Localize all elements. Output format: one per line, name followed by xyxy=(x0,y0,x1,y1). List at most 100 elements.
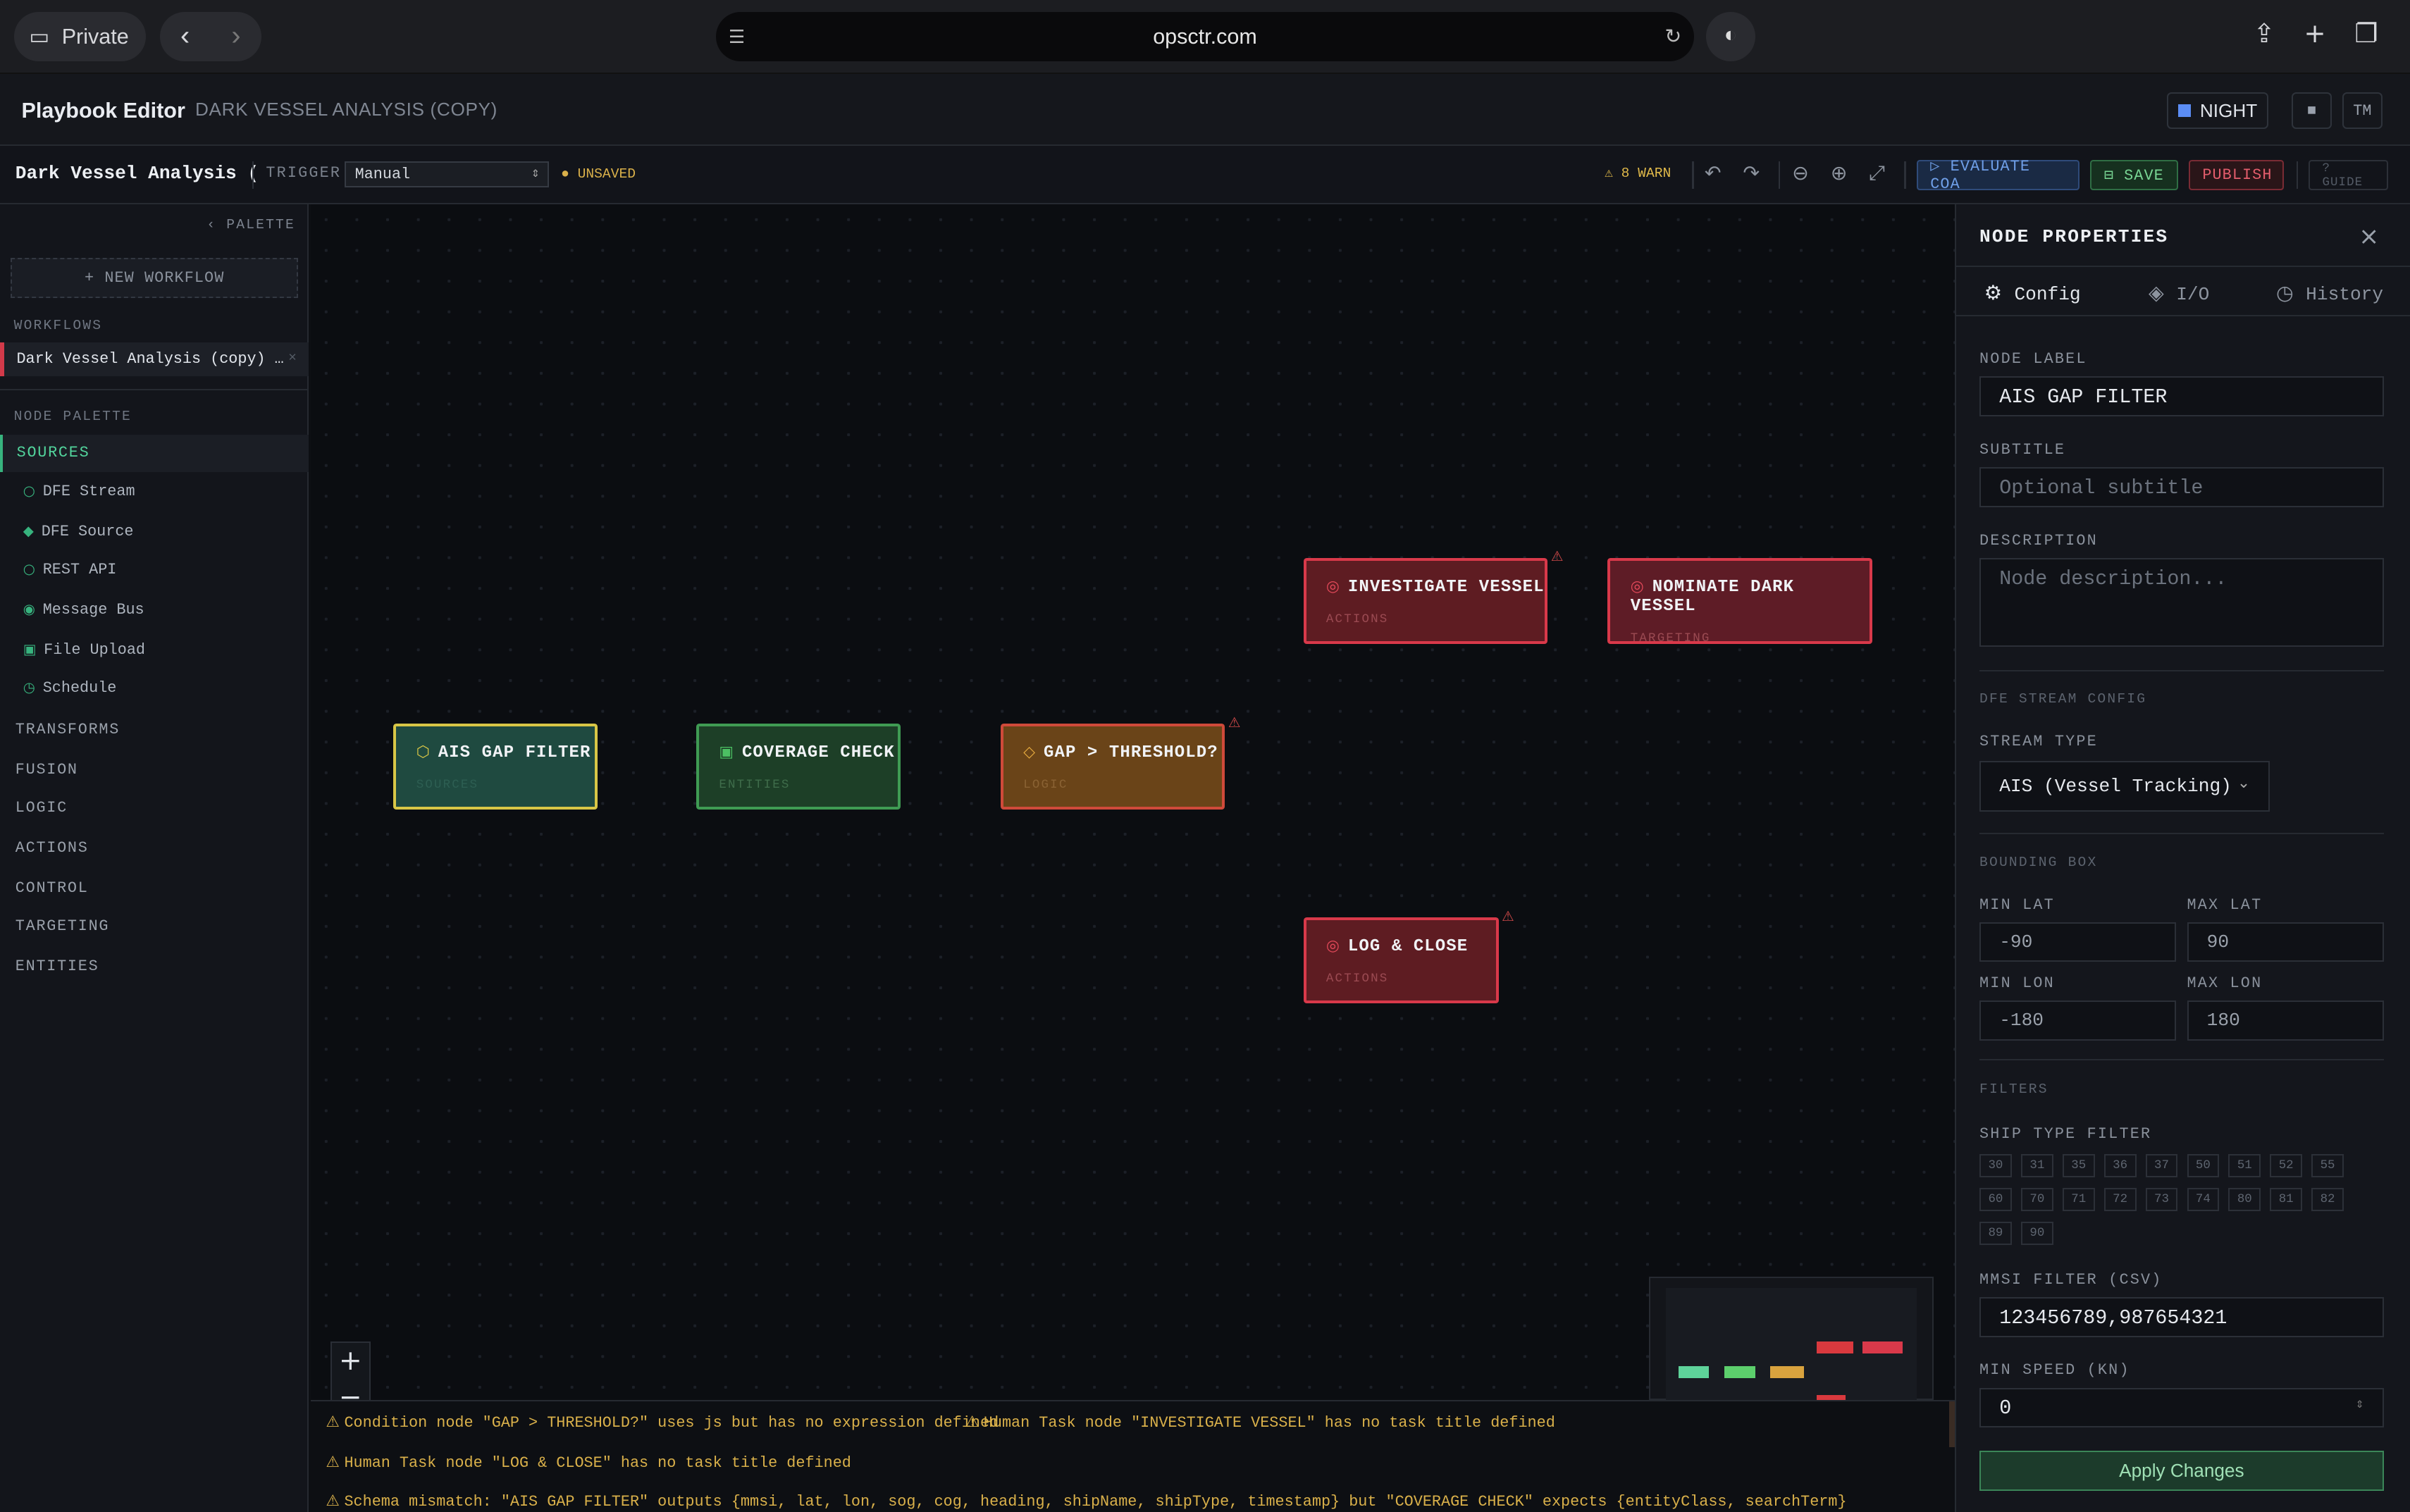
ship-type-chip[interactable]: 51 xyxy=(2228,1153,2261,1177)
tab-overview-icon[interactable]: ❐ xyxy=(2354,18,2378,49)
address-bar[interactable]: ☰ opsctr.com ↻ xyxy=(716,12,1694,62)
category-control[interactable]: CONTROL xyxy=(16,879,89,897)
fit-view-icon[interactable]: ⤢ xyxy=(1869,161,1885,185)
palette-item-dfe-stream[interactable]: ○ DFE Stream xyxy=(23,483,135,500)
ship-type-chip[interactable]: 52 xyxy=(2270,1153,2303,1177)
warning-item[interactable]: ⚠ Human Task node "INVESTIGATE VESSEL" ha… xyxy=(965,1413,1555,1432)
app-title: Playbook Editor xyxy=(21,98,185,123)
chevron-down-icon: ⌄ xyxy=(2237,774,2251,793)
close-icon[interactable]: × xyxy=(288,350,297,366)
night-mode-button[interactable]: NIGHT xyxy=(2167,92,2269,130)
user-avatar-button[interactable]: TM xyxy=(2342,92,2383,130)
ship-type-chip[interactable]: 72 xyxy=(2103,1187,2137,1211)
workflow-name[interactable]: Dark Vessel Analysis ( xyxy=(16,163,259,184)
tab-history[interactable]: ◷ History xyxy=(2276,281,2383,305)
night-label: NIGHT xyxy=(2199,99,2258,121)
node-label-input[interactable]: AIS GAP FILTER xyxy=(1979,376,2384,417)
warning-text: Schema mismatch: "AIS GAP FILTER" output… xyxy=(344,1492,1847,1511)
min-lat-input[interactable]: -90 xyxy=(1979,922,2177,962)
publish-button[interactable]: PUBLISH xyxy=(2188,159,2285,191)
warnings-scrollbar[interactable] xyxy=(1948,1401,1955,1448)
category-fusion[interactable]: FUSION xyxy=(16,761,78,779)
warning-item[interactable]: ⚠ Schema mismatch: "AIS GAP FILTER" outpu… xyxy=(326,1492,1846,1511)
ship-type-chip[interactable]: 82 xyxy=(2311,1187,2344,1211)
subtitle-input[interactable]: Optional subtitle xyxy=(1979,467,2384,507)
ship-type-chip[interactable]: 80 xyxy=(2228,1187,2261,1211)
close-icon[interactable]: × xyxy=(2359,223,2379,251)
warnings-count-button[interactable]: ⚠ 8 WARN xyxy=(1605,164,1671,181)
max-lat-input[interactable]: 90 xyxy=(2187,922,2384,962)
undo-icon[interactable]: ↶ xyxy=(1705,161,1722,185)
privacy-shield-icon[interactable]: ◐ xyxy=(1706,12,1755,62)
mmsi-input[interactable]: 123456789,987654321 xyxy=(1979,1296,2384,1337)
ship-type-chip[interactable]: 81 xyxy=(2270,1187,2303,1211)
max-lon-input[interactable]: 180 xyxy=(2187,1000,2384,1041)
category-targeting[interactable]: TARGETING xyxy=(16,917,109,935)
ship-type-chip[interactable]: 50 xyxy=(2187,1153,2220,1177)
palette-item-dfe-source[interactable]: ◆ DFE Source xyxy=(23,523,134,540)
forward-icon[interactable]: › xyxy=(228,21,245,53)
minimap[interactable] xyxy=(1649,1277,1934,1408)
ship-type-chip[interactable]: 37 xyxy=(2145,1153,2178,1177)
evaluate-coa-button[interactable]: ▷ EVALUATE COA xyxy=(1916,158,2080,193)
ship-type-chip[interactable]: 36 xyxy=(2103,1153,2137,1177)
stepper-icon[interactable]: ⇕ xyxy=(2356,1395,2364,1412)
canvas-zoom-in-button[interactable]: + xyxy=(332,1343,369,1380)
palette-item-schedule[interactable]: ◷ Schedule xyxy=(23,679,117,697)
workflow-canvas[interactable]: ⬡ AIS GAP FILTER SOURCES ▣ COVERAGE CHECK … xyxy=(310,204,1955,1408)
save-button[interactable]: ⊟ SAVE xyxy=(2090,159,2178,191)
trigger-select[interactable]: Manual ⇕ xyxy=(344,161,549,188)
warning-item[interactable]: ⚠ Condition node "GAP > THRESHOLD?" uses … xyxy=(326,1413,999,1432)
ship-type-chip[interactable]: 70 xyxy=(2020,1187,2053,1211)
node-coverage-check[interactable]: ▣ COVERAGE CHECK ENTITIES xyxy=(696,724,901,810)
collapse-palette-button[interactable]: ‹ PALETTE xyxy=(206,217,295,233)
description-textarea[interactable]: Node description... xyxy=(1979,557,2384,647)
ship-type-chip[interactable]: 89 xyxy=(1979,1221,2012,1245)
category-sources[interactable]: SOURCES xyxy=(0,435,309,472)
redo-icon[interactable]: ↷ xyxy=(1743,161,1760,185)
node-log-close[interactable]: ◎ LOG & CLOSE ACTIONS ⚠ xyxy=(1303,908,1514,1004)
node-investigate-vessel[interactable]: ◎ INVESTIGATE VESSEL ACTIONS ⚠ xyxy=(1303,548,1564,644)
ship-type-chip[interactable]: 74 xyxy=(2187,1187,2220,1211)
reload-icon[interactable]: ↻ xyxy=(1664,25,1681,49)
node-palette-heading: NODE PALETTE xyxy=(13,409,132,425)
back-icon[interactable]: ‹ xyxy=(177,21,194,53)
canvas-zoom-out-button[interactable]: − xyxy=(332,1380,369,1401)
stream-type-select[interactable]: AIS (Vessel Tracking) ⌄ xyxy=(1979,760,2270,812)
new-workflow-button[interactable]: + NEW WORKFLOW xyxy=(11,258,299,299)
node-gap-threshold[interactable]: ◇ GAP > THRESHOLD? LOGIC ⚠ xyxy=(1000,714,1241,810)
share-icon[interactable]: ⇪ xyxy=(2253,18,2275,49)
min-lon-input[interactable]: -180 xyxy=(1979,1000,2177,1041)
category-transforms[interactable]: TRANSFORMS xyxy=(16,721,120,738)
min-speed-input[interactable]: 0 ⇕ xyxy=(1979,1387,2384,1428)
zoom-out-icon[interactable]: ⊖ xyxy=(1792,161,1809,185)
node-nominate-dark-vessel[interactable]: ◎ NOMINATE DARK VESSEL TARGETING xyxy=(1607,557,1872,645)
warning-icon: ⚠ xyxy=(326,1492,340,1510)
ship-type-chip[interactable]: 31 xyxy=(2020,1153,2053,1177)
ship-type-chip[interactable]: 90 xyxy=(2020,1221,2053,1245)
private-tab-button[interactable]: ▭ Private xyxy=(13,12,147,62)
ship-type-chip[interactable]: 60 xyxy=(1979,1187,2012,1211)
palette-item-rest-api[interactable]: ○ REST API xyxy=(23,561,117,578)
ship-type-chip[interactable]: 71 xyxy=(2062,1187,2095,1211)
ship-type-chip[interactable]: 35 xyxy=(2062,1153,2095,1177)
node-ais-gap-filter[interactable]: ⬡ AIS GAP FILTER SOURCES xyxy=(393,724,598,810)
category-logic[interactable]: LOGIC xyxy=(16,799,68,817)
zoom-in-icon[interactable]: ⊕ xyxy=(1831,161,1848,185)
tab-config[interactable]: ⚙ Config xyxy=(1984,281,2081,305)
palette-item-message-bus[interactable]: ◉ Message Bus xyxy=(23,601,144,619)
category-entities[interactable]: ENTITIES xyxy=(16,958,99,975)
ship-type-chip[interactable]: 30 xyxy=(1979,1153,2012,1177)
new-tab-icon[interactable]: + xyxy=(2304,18,2325,49)
warning-item[interactable]: ⚠ Human Task node "LOG & CLOSE" has no ta… xyxy=(326,1454,851,1472)
ship-type-chip[interactable]: 55 xyxy=(2311,1153,2344,1177)
workflow-list-item[interactable]: Dark Vessel Analysis (copy) … × xyxy=(0,342,309,377)
palette-item-file-upload[interactable]: ▣ File Upload xyxy=(23,641,145,659)
guide-button[interactable]: ? GUIDE xyxy=(2309,159,2389,191)
apply-changes-button[interactable]: Apply Changes xyxy=(1979,1450,2384,1491)
tab-io[interactable]: ◈ I/O xyxy=(2149,281,2209,305)
layout-toggle-button[interactable]: ■ xyxy=(2292,92,2332,130)
category-actions[interactable]: ACTIONS xyxy=(16,839,89,857)
page-menu-icon[interactable]: ☰ xyxy=(729,26,745,48)
ship-type-chip[interactable]: 73 xyxy=(2145,1187,2178,1211)
